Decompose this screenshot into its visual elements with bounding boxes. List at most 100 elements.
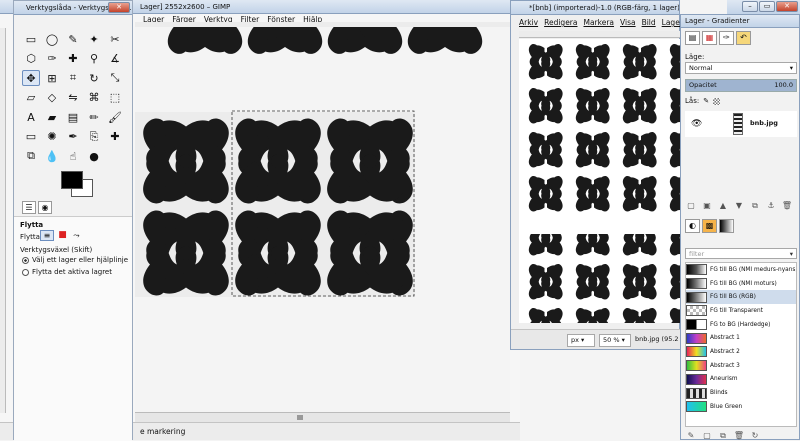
- gradient-item[interactable]: Blinds: [686, 386, 796, 400]
- layers-tab[interactable]: ▤: [685, 31, 700, 45]
- move-icon[interactable]: ✥: [22, 70, 40, 86]
- main-window-title: Lager] 2552x2600 – GIMP: [140, 3, 231, 11]
- gradient-item[interactable]: Abstract 3: [686, 359, 796, 373]
- new-layer-icon[interactable]: ▢: [685, 201, 697, 211]
- toolbox-close-button[interactable]: ✕: [108, 2, 130, 13]
- mode-value: Normal: [689, 64, 713, 72]
- menu-bild[interactable]: Bild: [642, 18, 656, 27]
- gradient-dock-tabs: ◐ ▩: [685, 219, 734, 233]
- pencil-icon[interactable]: ✏: [85, 109, 103, 125]
- unified-transform-icon[interactable]: ⬚: [106, 90, 124, 106]
- filter-input[interactable]: filter ▾: [685, 248, 797, 259]
- main-canvas[interactable]: [135, 27, 510, 412]
- eraser-icon[interactable]: ▭: [22, 129, 40, 145]
- channels-tab[interactable]: ▦: [702, 31, 717, 45]
- airbrush-icon[interactable]: ✺: [43, 129, 61, 145]
- lower-layer-icon[interactable]: ▼: [733, 201, 745, 211]
- gradient-item[interactable]: FG till Transparent: [686, 304, 796, 318]
- move-layer-mode-button[interactable]: ≡: [40, 230, 54, 241]
- fuzzy-select-icon[interactable]: ✦: [85, 31, 103, 47]
- paths-icon[interactable]: ✑: [43, 51, 61, 67]
- lock-alpha-icon[interactable]: [713, 97, 721, 105]
- gradient-item[interactable]: FG to BG (Hardedge): [686, 318, 796, 332]
- radio-pick-layer[interactable]: Välj ett lager eller hjälplinje: [22, 256, 128, 264]
- blend-icon[interactable]: ▤: [64, 109, 82, 125]
- mode-select[interactable]: Normal ▾: [685, 62, 797, 74]
- perspective-icon[interactable]: ◇: [43, 90, 61, 106]
- crop-icon[interactable]: ⌗: [64, 70, 82, 86]
- opacity-slider[interactable]: Opacitet 100.0: [685, 79, 797, 92]
- text-icon[interactable]: A: [22, 109, 40, 125]
- ellipse-select-icon[interactable]: ◯: [43, 31, 61, 47]
- lock-pixels-icon[interactable]: ✎: [703, 97, 709, 105]
- magnify-icon[interactable]: ⚲: [85, 51, 103, 67]
- foreground-select-icon[interactable]: ⬡: [22, 51, 40, 67]
- minimize-button[interactable]: –: [742, 1, 758, 12]
- scale-icon[interactable]: ⤡: [106, 70, 124, 86]
- scroll-thumb[interactable]: [297, 415, 303, 420]
- cage-icon[interactable]: ⌘: [85, 90, 103, 106]
- smudge-icon[interactable]: ☝: [64, 148, 82, 164]
- horizontal-scrollbar[interactable]: [135, 412, 510, 422]
- new-layer-group-icon[interactable]: ▣: [701, 201, 713, 211]
- perspective-clone-icon[interactable]: ⧉: [22, 148, 40, 164]
- clone-icon[interactable]: ⎘: [85, 129, 103, 145]
- gradient-item[interactable]: Aneurism: [686, 373, 796, 387]
- unit-select[interactable]: px ▾: [567, 334, 595, 347]
- gradient-item[interactable]: FG till BG (NMI moturs): [686, 277, 796, 291]
- image-status-text: bnb.jpg (95.2 MB): [635, 335, 680, 343]
- free-select-icon[interactable]: ✎: [64, 31, 82, 47]
- image-window2-canvas[interactable]: [519, 39, 682, 323]
- rotate-icon[interactable]: ↻: [85, 70, 103, 86]
- layers-dock-title: Lager - Gradienter: [685, 17, 750, 25]
- menu-arkiv[interactable]: Arkiv: [519, 18, 538, 27]
- layer-row[interactable]: 👁 bnb.jpg: [685, 111, 797, 137]
- gradient-item[interactable]: FG till BG (NMI medurs-nyans): [686, 263, 796, 277]
- lock-row: Lås: ✎: [685, 97, 721, 105]
- gradient-swatch: [686, 319, 707, 331]
- maximize-button[interactable]: ▭: [759, 1, 775, 12]
- layer-name[interactable]: bnb.jpg: [750, 119, 778, 127]
- menu-markera[interactable]: Markera: [583, 18, 614, 27]
- gradient-item[interactable]: Blue Green: [686, 400, 796, 414]
- zoom-select[interactable]: 50 % ▾: [599, 334, 631, 347]
- color-picker-icon[interactable]: ✚: [64, 51, 82, 67]
- image-window-bnb: *[bnb] (importerad)-1.0 (RGB-färg, 1 lag…: [510, 0, 683, 350]
- anchor-layer-icon[interactable]: ⚓: [765, 201, 777, 211]
- brushes-tab[interactable]: ◐: [685, 219, 700, 233]
- duplicate-layer-icon[interactable]: ⧉: [749, 201, 761, 211]
- patterns-tab[interactable]: ▩: [702, 219, 717, 233]
- align-icon[interactable]: ⊞: [43, 70, 61, 86]
- layers-button-bar: ▢ ▣ ▲ ▼ ⧉ ⚓ 🗑: [685, 201, 793, 211]
- move-path-mode-button[interactable]: ⤳: [71, 230, 82, 241]
- foreground-color-swatch[interactable]: [61, 171, 83, 189]
- move-selection-mode-button[interactable]: ■: [57, 230, 68, 241]
- raise-layer-icon[interactable]: ▲: [717, 201, 729, 211]
- tool-options-tab[interactable]: ☰: [22, 201, 36, 214]
- dodge-burn-icon[interactable]: ●: [85, 148, 103, 164]
- scissors-icon[interactable]: ✂: [106, 31, 124, 47]
- gradient-item[interactable]: Abstract 2: [686, 345, 796, 359]
- shear-icon[interactable]: ▱: [22, 90, 40, 106]
- eye-icon[interactable]: 👁: [691, 119, 702, 129]
- heal-icon[interactable]: ✚: [106, 129, 124, 145]
- undo-tab[interactable]: ↶: [736, 31, 751, 45]
- radio-move-active[interactable]: Flytta det aktiva lagret: [22, 268, 112, 276]
- gradient-item[interactable]: Abstract 1: [686, 331, 796, 345]
- gradient-item[interactable]: FG till BG (RGB): [686, 290, 796, 305]
- blur-icon[interactable]: 💧: [43, 148, 61, 164]
- measure-icon[interactable]: ∡: [106, 51, 124, 67]
- menu-visa[interactable]: Visa: [620, 18, 636, 27]
- ink-icon[interactable]: ✒: [64, 129, 82, 145]
- close-button[interactable]: ✕: [776, 1, 798, 12]
- bucket-fill-icon[interactable]: ▰: [43, 109, 61, 125]
- rect-select-icon[interactable]: ▭: [22, 31, 40, 47]
- paths-tab[interactable]: ✑: [719, 31, 734, 45]
- gradients-tab[interactable]: [719, 219, 734, 233]
- radio-move-active-label: Flytta det aktiva lagret: [32, 268, 112, 276]
- delete-layer-icon[interactable]: 🗑: [781, 201, 793, 211]
- menu-redigera[interactable]: Redigera: [544, 18, 577, 27]
- flip-icon[interactable]: ⇋: [64, 90, 82, 106]
- paintbrush-icon[interactable]: 🖌: [106, 109, 124, 125]
- device-status-tab[interactable]: ◉: [38, 201, 52, 214]
